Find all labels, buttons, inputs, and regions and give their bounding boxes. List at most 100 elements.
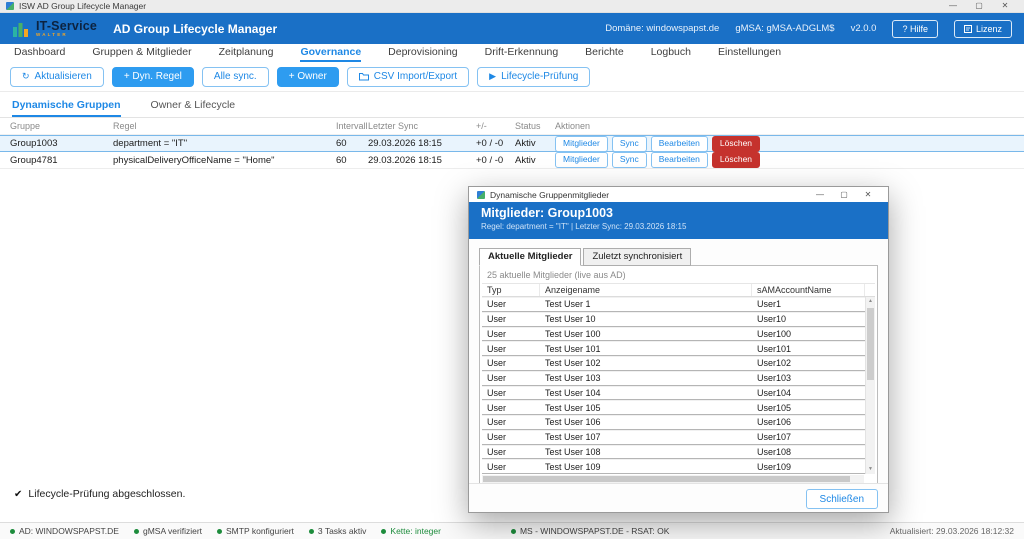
lifecycle-check-button[interactable]: ▶Lifecycle-Prüfung [477, 67, 590, 87]
nav-tab[interactable]: Berichte [585, 44, 624, 62]
domain-label: Domäne: windowspapst.de [605, 23, 719, 34]
member-list: TypAnzeigenamesAMAccountName User Test U… [482, 283, 875, 475]
help-button[interactable]: ? Hilfe [892, 20, 938, 38]
toolbar: ↻Aktualisieren + Dyn. Regel Alle sync. +… [0, 62, 1024, 92]
horizontal-scrollbar-thumb[interactable] [483, 476, 850, 482]
member-sam-account: User104 [752, 388, 865, 398]
members-dialog: Dynamische Gruppenmitglieder — ▢ ✕ Mitgl… [468, 186, 889, 513]
member-row[interactable]: User Test User 101 User101 [482, 341, 865, 356]
window-titlebar: ISW AD Group Lifecycle Manager — ▢ ✕ [0, 0, 1024, 13]
member-row[interactable]: User Test User 1 User1 [482, 297, 865, 312]
member-type: User [482, 344, 540, 354]
status-dot-icon [511, 529, 516, 534]
member-row[interactable]: User Test User 104 User104 [482, 386, 865, 401]
vertical-scrollbar[interactable]: ▲ ▼ [865, 297, 875, 474]
add-owner-button[interactable]: + Owner [277, 67, 339, 87]
dialog-body: Aktuelle MitgliederZuletzt synchronisier… [469, 239, 888, 512]
sync-button[interactable]: Sync [612, 136, 647, 152]
nav-tab[interactable]: Zeitplanung [219, 44, 274, 62]
member-sam-account: User101 [752, 344, 865, 354]
row-actions: Mitglieder Sync Bearbeiten Löschen [555, 152, 1024, 168]
nav-tab[interactable]: Dashboard [14, 44, 65, 62]
table-row[interactable]: Group1003 department = "IT" 60 29.03.202… [0, 135, 1024, 152]
nav-tab[interactable]: Drift-Erkennung [485, 44, 559, 62]
member-row[interactable]: User Test User 100 User100 [482, 327, 865, 342]
member-sam-account: User10 [752, 314, 865, 324]
member-column-header: Anzeigename [540, 284, 752, 296]
refresh-icon: ↻ [22, 72, 30, 81]
dialog-tab[interactable]: Aktuelle Mitglieder [479, 248, 581, 266]
member-sam-account: User102 [752, 358, 865, 368]
member-display-name: Test User 100 [540, 329, 752, 339]
table-row[interactable]: Group4781 physicalDeliveryOfficeName = "… [0, 152, 1024, 169]
member-type: User [482, 432, 540, 442]
column-header: Regel [113, 121, 336, 131]
member-row[interactable]: User Test User 103 User103 [482, 371, 865, 386]
dialog-close-icon[interactable]: ✕ [856, 189, 880, 201]
brand-logo: IT-Service WALTER [36, 20, 97, 37]
members-button[interactable]: Mitglieder [555, 152, 608, 168]
edit-button[interactable]: Bearbeiten [651, 152, 708, 168]
sub-tab[interactable]: Dynamische Gruppen [12, 99, 121, 117]
maximize-icon[interactable]: ▢ [966, 0, 992, 12]
nav-tab[interactable]: Governance [300, 44, 361, 62]
group-interval: 60 [336, 155, 368, 166]
csv-import-export-button[interactable]: CSV Import/Export [347, 67, 469, 87]
member-type: User [482, 314, 540, 324]
column-header: Aktionen [555, 121, 1024, 131]
scrollbar-thumb[interactable] [867, 308, 874, 380]
member-row[interactable]: User Test User 109 User109 [482, 459, 865, 474]
nav-tab[interactable]: Einstellungen [718, 44, 781, 62]
column-header: Gruppe [10, 121, 113, 131]
sync-all-button[interactable]: Alle sync. [202, 67, 269, 87]
version-label: v2.0.0 [851, 23, 877, 34]
status-items: AD: WINDOWSPAPST.DE gMSA verifiziert SMT… [10, 526, 669, 536]
sync-button[interactable]: Sync [612, 152, 647, 168]
play-icon: ▶ [489, 72, 496, 81]
member-row[interactable]: User Test User 106 User106 [482, 415, 865, 430]
members-button[interactable]: Mitglieder [555, 136, 608, 152]
groups-table: Group1003 department = "IT" 60 29.03.202… [0, 135, 1024, 169]
app-icon [6, 2, 14, 10]
sub-tab[interactable]: Owner & Lifecycle [151, 99, 236, 117]
window-controls: — ▢ ✕ [940, 0, 1018, 12]
member-row[interactable]: User Test User 105 User105 [482, 400, 865, 415]
member-row[interactable]: User Test User 102 User102 [482, 356, 865, 371]
dialog-minimize-icon[interactable]: — [808, 189, 832, 201]
close-dialog-button[interactable]: Schließen [806, 489, 878, 509]
dialog-maximize-icon[interactable]: ▢ [832, 189, 856, 201]
folder-icon [359, 72, 369, 81]
member-type: User [482, 373, 540, 383]
delete-button[interactable]: Löschen [712, 136, 760, 152]
nav-tab[interactable]: Deprovisioning [388, 44, 457, 62]
refresh-button[interactable]: ↻Aktualisieren [10, 67, 104, 87]
group-name: Group1003 [10, 138, 113, 149]
license-button[interactable]: Lizenz [954, 20, 1012, 38]
member-type: User [482, 358, 540, 368]
last-updated-label: Aktualisiert: 29.03.2026 18:12:32 [890, 526, 1014, 536]
member-sam-account: User106 [752, 417, 865, 427]
member-type: User [482, 462, 540, 472]
group-interval: 60 [336, 138, 368, 149]
scroll-down-icon[interactable]: ▼ [866, 465, 875, 474]
nav-tab[interactable]: Logbuch [651, 44, 691, 62]
member-row[interactable]: User Test User 108 User108 [482, 445, 865, 460]
minimize-icon[interactable]: — [940, 0, 966, 12]
member-display-name: Test User 103 [540, 373, 752, 383]
nav-tab[interactable]: Gruppen & Mitglieder [92, 44, 191, 62]
check-icon: ✔ [14, 489, 22, 500]
dialog-tab[interactable]: Zuletzt synchronisiert [583, 248, 691, 266]
dialog-window-controls: — ▢ ✕ [808, 189, 880, 201]
edit-button[interactable]: Bearbeiten [651, 136, 708, 152]
delete-button[interactable]: Löschen [712, 152, 760, 168]
dialog-tabs: Aktuelle MitgliederZuletzt synchronisier… [479, 248, 878, 266]
group-delta: +0 / -0 [476, 138, 515, 149]
license-icon [964, 25, 972, 33]
horizontal-scrollbar[interactable] [482, 475, 864, 483]
add-dyn-rule-button[interactable]: + Dyn. Regel [112, 67, 194, 87]
scroll-up-icon[interactable]: ▲ [866, 297, 875, 306]
close-icon[interactable]: ✕ [992, 0, 1018, 12]
member-row[interactable]: User Test User 10 User10 [482, 312, 865, 327]
status-dot-icon [309, 529, 314, 534]
member-row[interactable]: User Test User 107 User107 [482, 430, 865, 445]
